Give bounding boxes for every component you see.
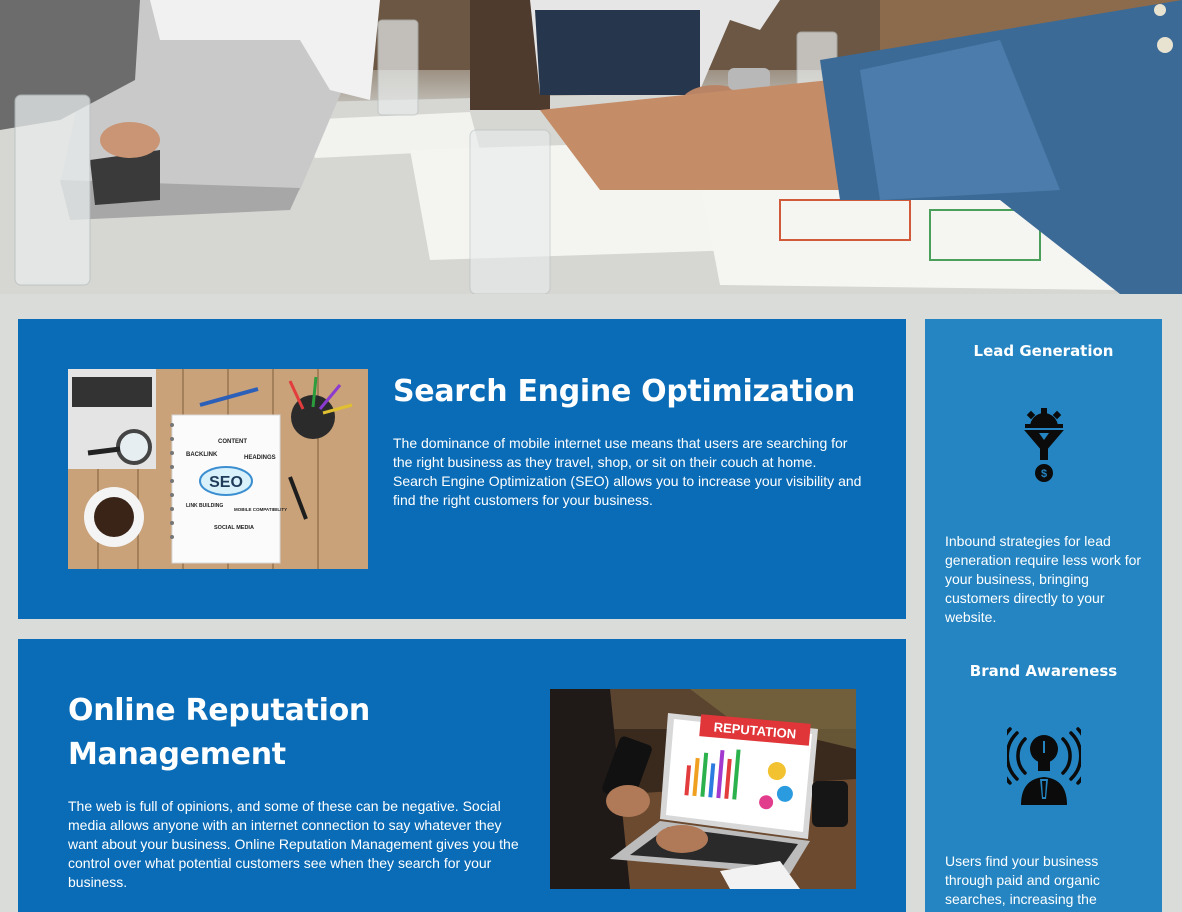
seo-word: BACKLINK [186, 452, 218, 458]
orm-laptop-illustration: REPUTATION [550, 689, 856, 889]
seo-image-label: SEO [209, 474, 243, 491]
seo-title: Search Engine Optimization [393, 374, 855, 409]
funnel-gear-dollar-icon: $ [1019, 407, 1069, 492]
brand-awareness-text: Users find your business through paid an… [945, 853, 1100, 907]
seo-description: The dominance of mobile internet use mea… [393, 435, 862, 508]
orm-title: Online Reputation Management [68, 693, 370, 772]
orm-description: The web is full of opinions, and some of… [68, 798, 519, 890]
svg-text:$: $ [1041, 468, 1047, 480]
seo-word: CONTENT [218, 439, 247, 445]
lead-generation-text: Inbound strategies for lead generation r… [945, 533, 1142, 625]
seo-notebook-illustration: SEO BACKLINK CONTENT HEADINGS LINK BUILD… [68, 369, 368, 569]
hero-image [0, 0, 1182, 294]
seo-card: SEO BACKLINK CONTENT HEADINGS LINK BUILD… [18, 319, 906, 619]
orm-card: Online Reputation Management The web is … [18, 639, 906, 912]
hero-photo-illustration [0, 0, 1182, 294]
seo-word: LINK BUILDING [186, 503, 223, 509]
seo-word: SOCIAL MEDIA [214, 525, 254, 531]
services-sidebar: Lead Generation $ Inbound strategies for… [925, 319, 1162, 912]
orm-image: REPUTATION [550, 689, 856, 889]
seo-word: HEADINGS [244, 455, 276, 461]
lightbulb-head-broadcast-icon [997, 727, 1091, 812]
seo-word: MOBILE COMPATIBILITY [234, 507, 287, 512]
brand-awareness-title: Brand Awareness [969, 662, 1118, 680]
seo-image: SEO BACKLINK CONTENT HEADINGS LINK BUILD… [68, 369, 368, 569]
lead-generation-title: Lead Generation [973, 342, 1114, 360]
